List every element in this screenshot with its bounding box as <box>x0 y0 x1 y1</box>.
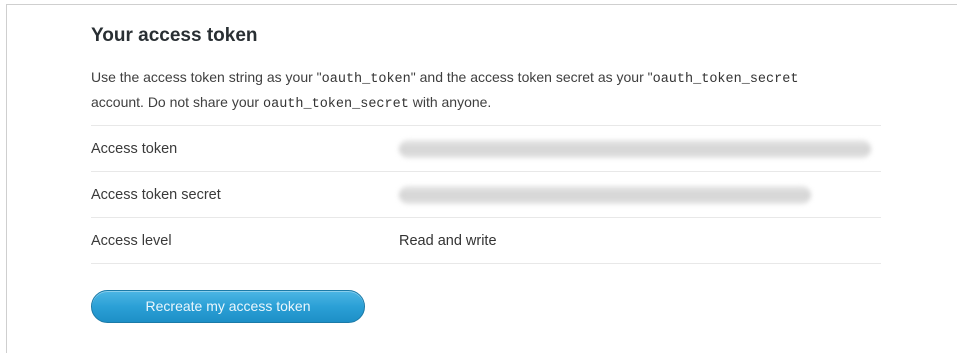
text-fade-overlay <box>927 65 957 89</box>
access-token-value-redacted <box>399 140 871 158</box>
description-text: " and the access token secret as your " <box>410 69 653 85</box>
recreate-access-token-button[interactable]: Recreate my access token <box>91 290 365 323</box>
access-level-row: Access level Read and write <box>91 217 881 264</box>
access-token-row: Access token <box>91 125 881 171</box>
access-level-value: Read and write <box>399 233 497 249</box>
description-line-1: Use the access token string as your "oau… <box>91 66 957 91</box>
oauth-token-code: oauth_token <box>321 72 411 87</box>
token-details-table: Access token Access token secret Access … <box>91 125 881 264</box>
section-description: Use the access token string as your "oau… <box>91 66 957 116</box>
access-token-secret-value-redacted <box>399 186 811 204</box>
section-title: Your access token <box>91 25 258 46</box>
description-text: account. Do not share your <box>91 94 263 110</box>
access-token-label: Access token <box>91 141 178 157</box>
description-text: Use the access token string as your " <box>91 69 322 85</box>
description-line-2: account. Do not share your oauth_token_s… <box>91 91 957 116</box>
access-token-secret-label: Access token secret <box>91 187 221 203</box>
description-text: with anyone. <box>408 94 492 110</box>
access-token-panel: Your access token Use the access token s… <box>6 4 957 353</box>
oauth-token-secret-code: oauth_token_secret <box>263 97 409 112</box>
oauth-token-secret-code: oauth_token_secret <box>652 72 799 87</box>
access-level-label: Access level <box>91 233 172 249</box>
access-token-secret-row: Access token secret <box>91 171 881 217</box>
